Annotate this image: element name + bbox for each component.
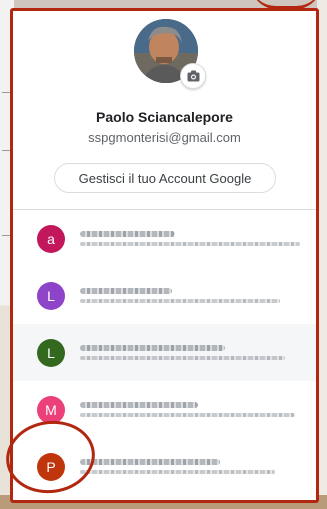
account-details-redacted: [80, 229, 306, 248]
profile-header: Paolo Sciancalepore sspgmonterisi@gmail.…: [13, 11, 316, 206]
camera-icon[interactable]: [180, 63, 206, 89]
redacted-email: [80, 413, 295, 417]
redacted-email: [80, 470, 275, 474]
redacted-name: [80, 231, 175, 237]
account-details-redacted: [80, 457, 306, 476]
redacted-email: [80, 242, 300, 246]
account-details-redacted: [80, 400, 306, 419]
account-item[interactable]: L: [13, 267, 316, 324]
redacted-email: [80, 356, 285, 360]
redacted-name: [80, 402, 198, 408]
account-item[interactable]: a: [13, 210, 316, 267]
redacted-name: [80, 288, 172, 294]
account-avatar: L: [37, 338, 65, 367]
manage-account-button[interactable]: Gestisci il tuo Account Google: [54, 163, 276, 193]
account-item[interactable]: L: [13, 324, 316, 381]
redacted-name: [80, 459, 220, 465]
account-avatar: L: [37, 281, 65, 310]
profile-avatar[interactable]: [134, 19, 206, 89]
redacted-email: [80, 299, 280, 303]
account-details-redacted: [80, 343, 306, 362]
account-avatar: M: [37, 395, 65, 424]
profile-email: sspgmonterisi@gmail.com: [88, 130, 241, 145]
account-details-redacted: [80, 286, 306, 305]
redacted-name: [80, 345, 225, 351]
account-avatar: a: [37, 224, 65, 253]
profile-name: Paolo Sciancalepore: [96, 109, 233, 125]
